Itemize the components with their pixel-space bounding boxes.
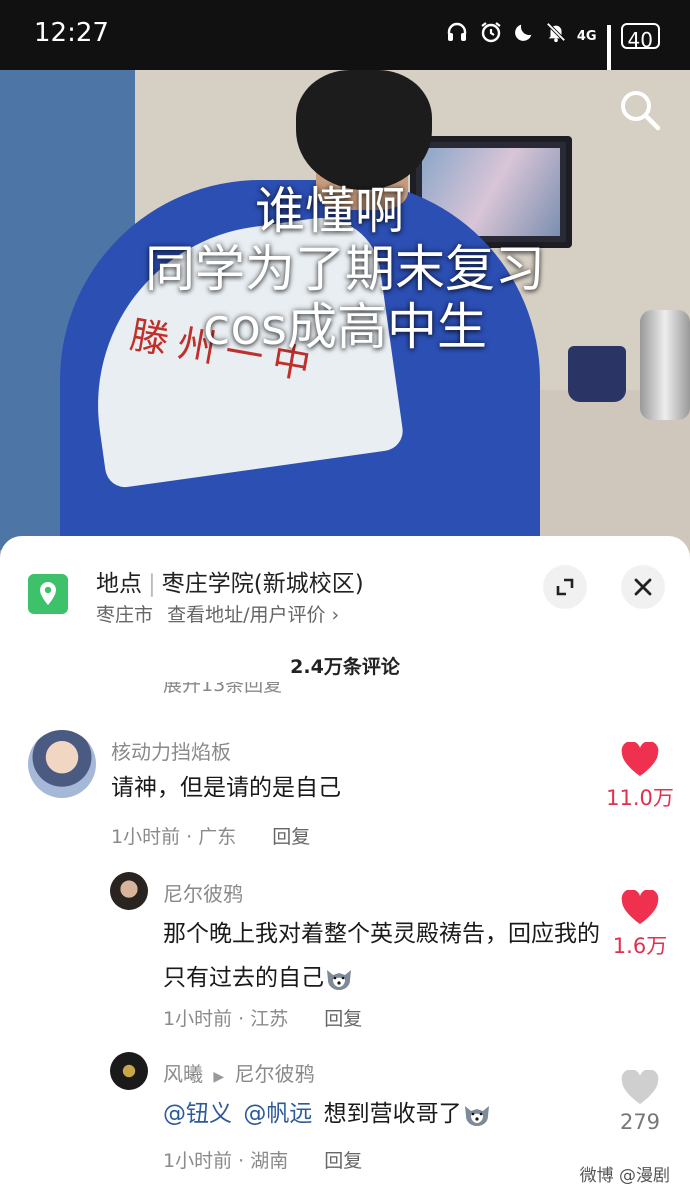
comment-item: 核动力挡焰板 请神，但是请的是自己 1小时前 · 广东 回复 11.0万 bbox=[0, 728, 690, 858]
video-scene-head bbox=[296, 70, 432, 190]
close-icon[interactable] bbox=[621, 565, 665, 609]
comment-time: 1小时前 bbox=[111, 826, 181, 848]
network-label: 4G bbox=[576, 28, 597, 44]
mute-bell-icon bbox=[545, 20, 567, 52]
like-button[interactable]: 1.6万 bbox=[600, 890, 680, 960]
location-details-link[interactable]: 查看地址/用户评价 bbox=[167, 604, 325, 626]
expand-icon[interactable] bbox=[543, 565, 587, 609]
location-name: 枣庄学院(新城校区) bbox=[161, 571, 364, 597]
husky-emoji-icon bbox=[327, 969, 351, 990]
comments-sheet: 地点 | 枣庄学院(新城校区) 枣庄市 查看地址/用户评价 › 2.4万条评论 展开… bbox=[0, 536, 690, 1202]
reply-item: 尼尔彼鸦 那个晚上我对着整个英灵殿祷告，回应我的只有过去的自己 1小时前 · 江… bbox=[0, 870, 690, 1040]
video-player[interactable]: 滕州一中 谁懂啊 同学为了期末复习 cos成高中生 bbox=[0, 70, 690, 570]
avatar[interactable] bbox=[110, 872, 148, 910]
status-bar: 12:27 4G 40 bbox=[0, 0, 690, 95]
comment-username: 风曦 ▶ 尼尔彼鸦 bbox=[163, 1058, 315, 1087]
comment-count: 2.4万条评论 bbox=[290, 656, 400, 678]
reply-author[interactable]: 风曦 bbox=[163, 1062, 203, 1086]
like-button[interactable]: 11.0万 bbox=[600, 742, 680, 812]
like-count: 1.6万 bbox=[612, 934, 668, 958]
mention-link[interactable]: @钮义 bbox=[163, 1101, 232, 1127]
husky-emoji-icon bbox=[464, 1105, 489, 1126]
reply-button[interactable]: 回复 bbox=[324, 1008, 362, 1030]
heart-icon bbox=[621, 890, 659, 924]
location-title: 地点 | 枣庄学院(新城校区) bbox=[96, 571, 364, 597]
watermark: 微博 @漫剧 bbox=[579, 1166, 670, 1186]
comment-text: @钮义 @帆远 想到营收哥了 bbox=[163, 1092, 603, 1136]
moon-icon bbox=[513, 21, 535, 51]
comment-meta: 1小时前 · 广东 回复 bbox=[111, 826, 311, 848]
status-time: 12:27 bbox=[34, 18, 109, 48]
comment-text: 请神，但是请的是自己 bbox=[111, 775, 341, 801]
comment-region: 广东 bbox=[198, 826, 237, 848]
like-button[interactable]: 279 bbox=[600, 1070, 680, 1134]
expand-replies-cut[interactable]: 展开13条回复 bbox=[0, 682, 690, 694]
comment-username[interactable]: 尼尔彼鸦 bbox=[163, 878, 243, 907]
reply-target[interactable]: 尼尔彼鸦 bbox=[235, 1062, 315, 1086]
reply-button[interactable]: 回复 bbox=[272, 826, 310, 848]
location-label: 地点 bbox=[96, 571, 142, 597]
comment-text: 那个晚上我对着整个英灵殿祷告，回应我的只有过去的自己 bbox=[163, 921, 600, 991]
comment-meta: 1小时前 · 湖南 回复 bbox=[163, 1150, 363, 1172]
heart-icon bbox=[621, 742, 659, 776]
avatar[interactable] bbox=[110, 1052, 148, 1090]
reply-arrow-icon: ▶ bbox=[213, 1069, 225, 1085]
status-icons: 4G 40 bbox=[445, 20, 660, 95]
headphones-icon bbox=[445, 20, 469, 52]
caption-line-1: 谁懂啊 bbox=[255, 182, 405, 240]
alarm-icon bbox=[479, 20, 503, 52]
like-count: 279 bbox=[619, 1110, 661, 1134]
mention-link[interactable]: @帆远 bbox=[243, 1101, 312, 1127]
search-icon[interactable] bbox=[618, 88, 662, 132]
comment-region: 湖南 bbox=[250, 1150, 289, 1172]
comment-time: 1小时前 bbox=[163, 1150, 233, 1172]
location-pin-icon bbox=[28, 574, 68, 614]
battery-icon: 40 bbox=[620, 23, 660, 52]
caption-line-2: 同学为了期末复习 bbox=[145, 240, 545, 298]
location-subtitle: 枣庄市 查看地址/用户评价 › bbox=[96, 600, 339, 627]
location-city: 枣庄市 bbox=[96, 604, 154, 626]
reply-button[interactable]: 回复 bbox=[324, 1150, 362, 1172]
expand-replies-text[interactable]: 展开13条回复 bbox=[163, 682, 690, 694]
like-count: 11.0万 bbox=[606, 786, 674, 810]
caption-line-3: cos成高中生 bbox=[202, 298, 488, 356]
video-caption: 谁懂啊 同学为了期末复习 cos成高中生 bbox=[0, 182, 690, 356]
heart-icon bbox=[621, 1070, 659, 1104]
avatar[interactable] bbox=[28, 730, 96, 798]
chevron-right-icon: › bbox=[331, 604, 340, 626]
comment-username[interactable]: 核动力挡焰板 bbox=[111, 736, 231, 765]
comment-meta: 1小时前 · 江苏 回复 bbox=[163, 1008, 363, 1030]
signal-icon bbox=[606, 25, 611, 95]
comment-region: 江苏 bbox=[250, 1008, 289, 1030]
location-card[interactable]: 地点 | 枣庄学院(新城校区) 枣庄市 查看地址/用户评价 › bbox=[28, 562, 668, 632]
comment-time: 1小时前 bbox=[163, 1008, 233, 1030]
